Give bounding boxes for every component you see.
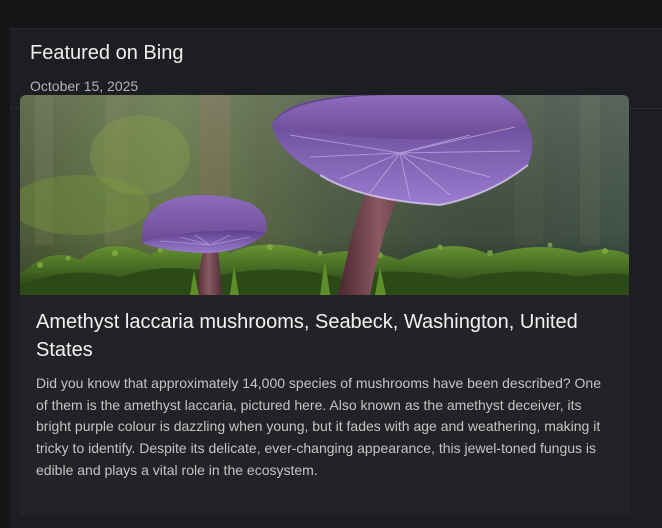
card-title[interactable]: Amethyst laccaria mushrooms, Seabeck, Wa… (36, 308, 614, 364)
featured-card[interactable]: Amethyst laccaria mushrooms, Seabeck, Wa… (20, 95, 629, 515)
card-description: Did you know that approximately 14,000 s… (36, 375, 601, 478)
panel-title: Featured on Bing (30, 42, 184, 64)
card-body: Amethyst laccaria mushrooms, Seabeck, Wa… (20, 295, 629, 482)
hero-image[interactable] (20, 95, 629, 295)
featured-date: October 15, 2025 (30, 78, 139, 94)
